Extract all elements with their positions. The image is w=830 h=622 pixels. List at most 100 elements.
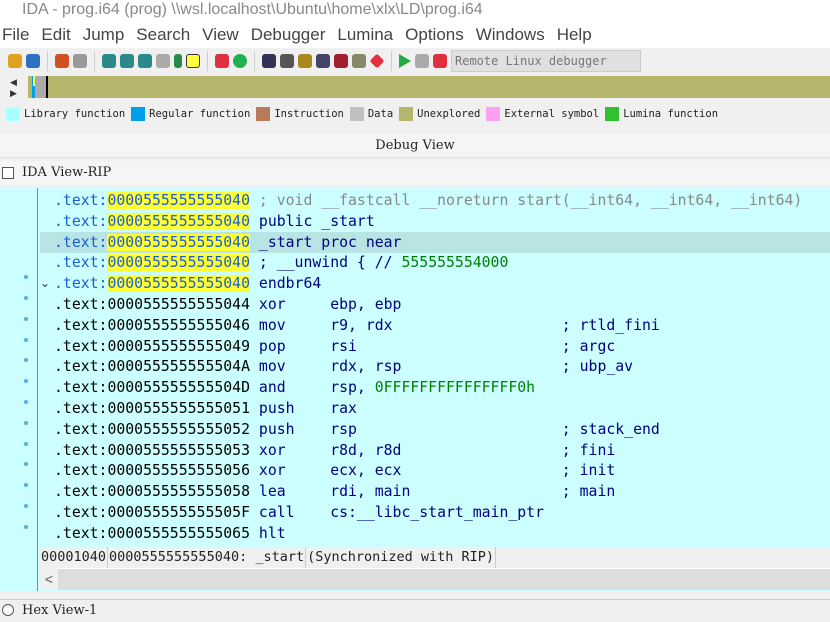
pause-icon[interactable] (415, 54, 429, 68)
legend-label: Lumina function (623, 108, 719, 120)
code: _start proc near (258, 233, 402, 251)
code: push rsp ; stack_end (258, 420, 660, 438)
disasm-row[interactable]: .text:0000555555555040 endbr64 (40, 273, 830, 294)
disasm-row[interactable]: .text:0000555555555040 _start proc near (40, 231, 830, 253)
undefine-icon[interactable] (334, 54, 348, 68)
disasm-row[interactable]: .text:000055555555504A mov rdx, rsp ; ub… (40, 356, 830, 377)
segment: .text: (54, 379, 108, 397)
number: 0FFFFFFFFFFFFFFF0h (374, 379, 536, 397)
scroll-left-icon[interactable]: < (40, 568, 58, 590)
back-icon[interactable] (55, 54, 69, 68)
breakpoint-dot-icon[interactable] (24, 524, 28, 529)
breakpoint-dot-icon[interactable] (24, 420, 28, 425)
save-icon[interactable] (26, 54, 40, 68)
window-title: IDA - prog.i64 (prog) \\wsl.localhost\Ub… (0, 0, 830, 22)
menu-lumina[interactable]: Lumina (337, 22, 393, 48)
disasm-row[interactable]: .text:0000555555555040 ; __unwind { // 5… (40, 252, 830, 273)
sync-status: (Synchronized with RIP) (306, 547, 497, 568)
code: ; void __fastcall __noreturn start(__int… (258, 192, 803, 209)
debug-view-title: Debug View (0, 134, 830, 158)
disasm-row[interactable]: .text:0000555555555044 xor ebp, ebp (40, 294, 830, 315)
toolbar: Remote Linux debugger (0, 48, 830, 74)
stop-sign-icon[interactable] (369, 53, 385, 69)
menu-view[interactable]: View (202, 22, 239, 48)
green-circle-icon[interactable] (233, 54, 247, 68)
code: lea rdi, main ; main (258, 483, 616, 501)
address: 0000555555555056 (107, 462, 250, 480)
step-icon[interactable] (174, 54, 182, 68)
segment: .text: (54, 212, 108, 230)
stop-icon[interactable] (433, 54, 447, 68)
nav-right-icon[interactable]: ▶ (10, 88, 17, 99)
menu-help[interactable]: Help (557, 22, 592, 48)
text-icon[interactable] (120, 54, 134, 68)
disasm-row[interactable]: .text:0000555555555040 ; void __fastcall… (40, 190, 830, 211)
code: hlt (258, 524, 286, 542)
address: 0000555555555044 (107, 296, 250, 313)
menu-jump[interactable]: Jump (83, 22, 125, 48)
segment: .text: (54, 192, 108, 209)
segment: .text: (54, 524, 108, 542)
breakpoint-dot-icon[interactable] (24, 441, 28, 446)
run-icon[interactable] (399, 54, 411, 68)
breakpoint-dot-icon[interactable] (24, 316, 28, 321)
menu-search[interactable]: Search (136, 22, 190, 48)
disasm-row[interactable]: .text:000055555555504D and rsp, 0FFFFFFF… (40, 377, 830, 398)
open-icon[interactable] (8, 54, 22, 68)
legend-label: Data (367, 108, 394, 120)
tab-hex-view[interactable]: Hex View-1 (0, 599, 830, 621)
navigation-bar[interactable] (28, 76, 830, 98)
segment: .text: (54, 504, 108, 521)
disasm-row[interactable]: .text:000055555555505F call cs:__libc_st… (40, 502, 830, 523)
address: 0000555555555065 (107, 524, 250, 542)
nav-marker-current (33, 76, 35, 86)
breakpoint-dot-icon[interactable] (24, 400, 28, 404)
disasm-row[interactable]: .text:0000555555555049 pop rsi ; argc (40, 336, 830, 357)
menu-file[interactable]: File (2, 22, 29, 48)
data-icon[interactable] (280, 54, 294, 68)
menu-edit[interactable]: Edit (41, 22, 70, 48)
legend-item: Lumina function (605, 107, 718, 121)
disasm-row[interactable]: .text:0000555555555053 xor r8d, r8d ; fi… (40, 440, 830, 461)
tab-ida-view-rip[interactable]: IDA View-RIP (0, 161, 830, 185)
disasm-row[interactable]: .text:0000555555555051 push rax (40, 398, 830, 419)
font-icon[interactable] (186, 54, 200, 68)
disasm-row[interactable]: .text:0000555555555040 public _start (40, 211, 830, 232)
hex-icon[interactable] (102, 54, 116, 68)
collapse-chevron-icon[interactable]: ⌄ (40, 276, 50, 290)
menu-windows[interactable]: Windows (476, 22, 545, 48)
menu-debugger[interactable]: Debugger (251, 22, 326, 48)
disasm-row[interactable]: .text:0000555555555046 mov r9, rdx ; rtl… (40, 315, 830, 336)
array-icon[interactable] (316, 54, 330, 68)
separator (47, 51, 48, 71)
code: mov r9, rdx ; rtld_fini (258, 316, 660, 334)
legend-swatch (6, 107, 20, 121)
legend-item: Instruction (256, 107, 344, 121)
proximity-icon[interactable] (156, 54, 170, 68)
struct-icon[interactable] (298, 54, 312, 68)
menu-options[interactable]: Options (405, 22, 464, 48)
code: call cs:__libc_start_main_ptr (258, 504, 544, 521)
breakpoint-dot-icon[interactable] (24, 504, 28, 508)
segment: .text: (54, 233, 108, 251)
disasm-row[interactable]: .text:0000555555555052 push rsp ; stack_… (40, 419, 830, 440)
legend-swatch (349, 107, 364, 121)
graph-icon[interactable] (138, 54, 152, 68)
disasm-row[interactable]: .text:0000555555555056 xor ecx, ecx ; in… (40, 460, 830, 481)
breakpoint-dot-icon[interactable] (24, 337, 28, 342)
separator (391, 51, 392, 71)
horizontal-scrollbar[interactable] (40, 568, 830, 590)
disasm-row[interactable]: .text:0000555555555058 lea rdi, main ; m… (40, 481, 830, 502)
breakpoint-icon[interactable] (215, 54, 229, 68)
code-icon[interactable] (262, 54, 276, 68)
forward-icon[interactable] (73, 54, 87, 68)
segment: .text: (54, 358, 108, 376)
disasm-row[interactable]: .text:0000555555555065 hlt (40, 523, 830, 544)
breakpoint-dot-icon[interactable] (24, 296, 28, 300)
segment: .text: (54, 254, 108, 272)
address: 0000555555555051 (107, 400, 250, 417)
number: 555555554000 (401, 254, 509, 272)
nav-left-icon[interactable]: ◀ (10, 77, 17, 88)
edit-icon[interactable] (352, 54, 366, 68)
debugger-select[interactable]: Remote Linux debugger (451, 50, 641, 72)
